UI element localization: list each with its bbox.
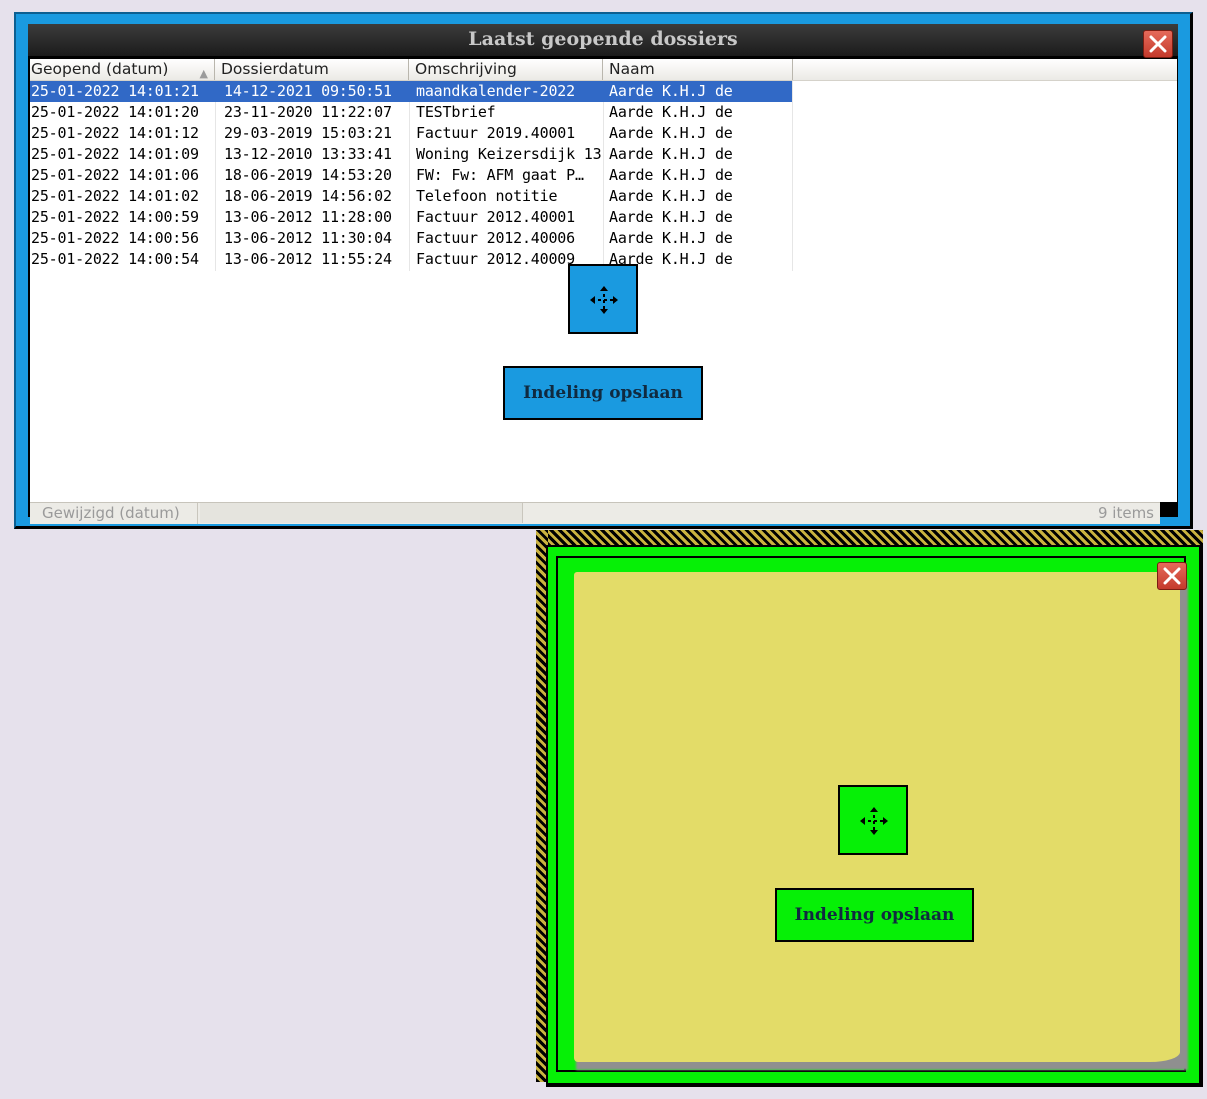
save-layout-button[interactable]: Indeling opslaan: [775, 888, 974, 942]
table-cell: 25-01-2022 14:00:56: [31, 229, 199, 247]
sort-ascending-icon: ▲: [199, 67, 208, 80]
table-cell: Aarde K.H.J de: [609, 103, 733, 121]
table-row[interactable]: 25-01-2022 14:01:20 23-11-2020 11:22:07 TE…: [30, 102, 1177, 123]
window-title: Laatst geopende dossiers: [468, 28, 738, 50]
column-header-label: Dossierdatum: [221, 60, 329, 78]
table-cell: 25-01-2022 14:01:21: [31, 82, 199, 100]
table-cell: 25-01-2022 14:01:12: [31, 124, 199, 142]
close-icon: [1163, 567, 1181, 585]
status-panel: [200, 503, 523, 523]
table-cell: Aarde K.H.J de: [609, 208, 733, 226]
table-cell: 23-11-2020 11:22:07: [224, 103, 392, 121]
save-layout-button[interactable]: Indeling opslaan: [503, 366, 703, 420]
column-header-name[interactable]: Naam: [604, 59, 793, 80]
title-bar[interactable]: Laatst geopende dossiers: [28, 24, 1178, 58]
table-cell: Aarde K.H.J de: [609, 229, 733, 247]
column-header-dossier-date[interactable]: Dossierdatum: [216, 59, 409, 80]
table-cell: 25-01-2022 14:01:02: [31, 187, 199, 205]
column-header-opened-date[interactable]: Geopend (datum) ▲: [30, 59, 215, 80]
table-cell: FW: Fw: AFM gaat P…: [416, 166, 584, 184]
column-header-label: Geopend (datum): [31, 60, 169, 78]
table-cell: Aarde K.H.J de: [609, 124, 733, 142]
column-header-label: Omschrijving: [415, 60, 517, 78]
table-cell: 25-01-2022 14:01:20: [31, 103, 199, 121]
table-cell: TESTbrief: [416, 103, 496, 121]
table-cell: 13-06-2012 11:28:00: [224, 208, 392, 226]
close-icon: [1149, 35, 1167, 53]
dossier-list[interactable]: Geopend (datum) ▲ Dossierdatum Omschrijv…: [30, 59, 1177, 502]
table-cell: Aarde K.H.J de: [609, 187, 733, 205]
column-header-label: Naam: [609, 60, 655, 78]
table-cell: Woning Keizersdijk 13 a: [416, 145, 601, 163]
list-rows: 25-01-2022 14:01:21 14-12-2021 09:50:51 ma…: [30, 81, 1177, 270]
move-arrows-icon: [860, 807, 888, 835]
table-cell: Aarde K.H.J de: [609, 166, 733, 184]
table-cell: Telefoon notitie: [416, 187, 558, 205]
table-cell: Factuur 2012.40006: [416, 229, 575, 247]
list-header: Geopend (datum) ▲ Dossierdatum Omschrijv…: [30, 59, 1177, 81]
table-cell: 18-06-2019 14:53:20: [224, 166, 392, 184]
table-row[interactable]: 25-01-2022 14:00:56 13-06-2012 11:30:04 Fa…: [30, 228, 1177, 249]
table-cell: maandkalender-2022: [416, 82, 575, 100]
status-item-count: 9 items: [1097, 504, 1154, 522]
note-window: Indeling opslaan: [546, 545, 1203, 1087]
table-cell: 13-12-2010 13:33:41: [224, 145, 392, 163]
table-cell: 25-01-2022 14:00:54: [31, 250, 199, 268]
table-row[interactable]: 25-01-2022 14:01:12 29-03-2019 15:03:21 Fa…: [30, 123, 1177, 144]
window-content: Laatst geopende dossiers Geopend (datum)…: [28, 24, 1178, 524]
close-button[interactable]: [1157, 562, 1187, 590]
move-arrows-icon: [590, 286, 618, 314]
status-bar: Gewijzigd (datum) 9 items: [30, 502, 1160, 524]
table-cell: Factuur 2019.40001: [416, 124, 575, 142]
table-row[interactable]: 25-01-2022 14:01:06 18-06-2019 14:53:20 FW…: [30, 165, 1177, 186]
table-cell: 14-12-2021 09:50:51: [224, 82, 392, 100]
table-row[interactable]: 25-01-2022 14:01:02 18-06-2019 14:56:02 Te…: [30, 186, 1177, 207]
table-cell: Aarde K.H.J de: [609, 82, 733, 100]
table-cell: 29-03-2019 15:03:21: [224, 124, 392, 142]
table-row[interactable]: 25-01-2022 14:00:59 13-06-2012 11:28:00 Fa…: [30, 207, 1177, 228]
recent-dossiers-window: Laatst geopende dossiers Geopend (datum)…: [14, 12, 1193, 529]
table-cell: 25-01-2022 14:01:06: [31, 166, 199, 184]
table-cell: 13-06-2012 11:30:04: [224, 229, 392, 247]
table-cell: 25-01-2022 14:01:09: [31, 145, 199, 163]
close-button[interactable]: [1143, 30, 1173, 58]
table-cell: 13-06-2012 11:55:24: [224, 250, 392, 268]
table-cell: Factuur 2012.40001: [416, 208, 575, 226]
column-header-description[interactable]: Omschrijving: [410, 59, 603, 80]
table-cell: 25-01-2022 14:00:59: [31, 208, 199, 226]
status-sort-field: Gewijzigd (datum): [30, 503, 198, 524]
table-row[interactable]: 25-01-2022 14:01:09 13-12-2010 13:33:41 Wo…: [30, 144, 1177, 165]
move-handle[interactable]: [838, 785, 908, 855]
table-cell: Aarde K.H.J de: [609, 145, 733, 163]
table-row[interactable]: 25-01-2022 14:01:21 14-12-2021 09:50:51 ma…: [30, 81, 1177, 102]
table-cell: 18-06-2019 14:56:02: [224, 187, 392, 205]
move-handle[interactable]: [568, 264, 638, 334]
